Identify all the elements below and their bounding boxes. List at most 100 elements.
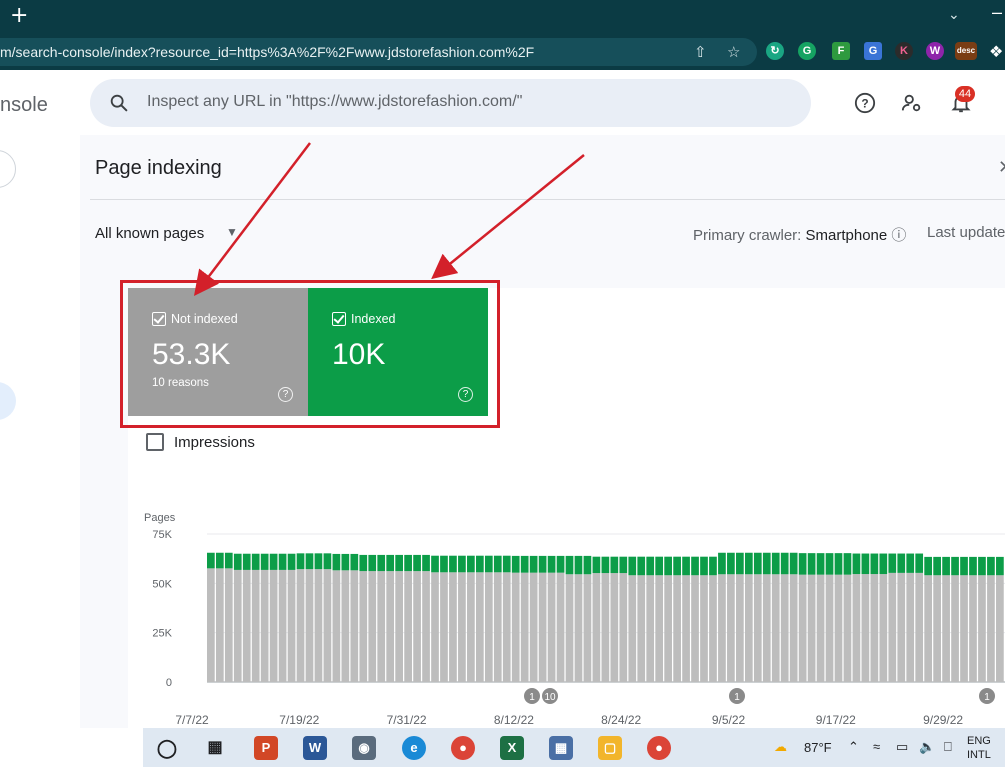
bar-indexed[interactable] — [520, 555, 529, 573]
bar-indexed[interactable] — [592, 556, 601, 574]
annotation-marker[interactable]: 1 — [729, 688, 745, 704]
bar-indexed[interactable] — [287, 553, 296, 570]
bar-indexed[interactable] — [682, 556, 690, 576]
bar-indexed[interactable] — [556, 555, 565, 573]
bar-not-indexed[interactable] — [296, 569, 305, 682]
bar-indexed[interactable] — [404, 554, 412, 572]
bar-indexed[interactable] — [771, 552, 780, 575]
bar-not-indexed[interactable] — [753, 574, 762, 682]
input-language-indicator[interactable]: ENG INTL — [967, 734, 991, 762]
bar-indexed[interactable] — [718, 552, 726, 575]
bar-indexed[interactable] — [207, 552, 215, 569]
bar-not-indexed[interactable] — [780, 574, 789, 682]
bar-indexed[interactable] — [233, 553, 242, 570]
bar-indexed[interactable] — [386, 554, 395, 572]
bar-not-indexed[interactable] — [924, 575, 933, 682]
bar-indexed[interactable] — [753, 552, 762, 575]
bar-not-indexed[interactable] — [547, 572, 556, 682]
bar-not-indexed[interactable] — [762, 574, 771, 682]
bar-indexed[interactable] — [879, 553, 888, 575]
bar-indexed[interactable] — [807, 553, 816, 575]
extension-sheets-icon[interactable]: F — [832, 42, 850, 60]
bar-indexed[interactable] — [709, 556, 717, 576]
bar-not-indexed[interactable] — [574, 574, 583, 682]
bar-not-indexed[interactable] — [996, 575, 1004, 682]
bar-indexed[interactable] — [628, 556, 637, 576]
bar-indexed[interactable] — [789, 552, 798, 575]
annotation-marker[interactable]: 1 — [979, 688, 995, 704]
camera-icon[interactable]: ◉ — [352, 736, 376, 760]
bar-not-indexed[interactable] — [744, 574, 753, 682]
bar-not-indexed[interactable] — [332, 570, 341, 682]
chrome-profile-icon[interactable]: ● — [647, 736, 671, 760]
bar-indexed[interactable] — [484, 555, 493, 573]
bar-indexed[interactable] — [368, 554, 377, 572]
bar-indexed[interactable] — [951, 556, 959, 576]
bar-not-indexed[interactable] — [915, 572, 924, 682]
bar-not-indexed[interactable] — [404, 571, 412, 682]
bar-not-indexed[interactable] — [691, 575, 699, 682]
bar-not-indexed[interactable] — [224, 568, 233, 682]
bar-indexed[interactable] — [251, 553, 260, 570]
bar-indexed[interactable] — [431, 555, 439, 573]
bar-not-indexed[interactable] — [242, 569, 251, 682]
bar-not-indexed[interactable] — [897, 572, 906, 682]
bar-indexed[interactable] — [969, 556, 977, 576]
bar-indexed[interactable] — [744, 552, 753, 575]
extension-desc-icon[interactable]: desc — [955, 42, 977, 60]
url-text[interactable]: m/search-console/index?resource_id=https… — [0, 44, 534, 60]
bar-not-indexed[interactable] — [287, 569, 296, 682]
bar-not-indexed[interactable] — [215, 568, 224, 682]
impressions-checkbox[interactable] — [146, 433, 164, 451]
bar-indexed[interactable] — [269, 553, 278, 570]
bar-not-indexed[interactable] — [467, 572, 475, 682]
excel-icon[interactable]: X — [500, 736, 524, 760]
impressions-toggle[interactable]: Impressions — [146, 433, 255, 451]
edge-icon[interactable]: e — [402, 736, 426, 760]
bar-not-indexed[interactable] — [798, 574, 807, 682]
bar-indexed[interactable] — [673, 556, 681, 576]
bar-not-indexed[interactable] — [709, 575, 717, 682]
bar-not-indexed[interactable] — [502, 572, 511, 682]
bar-indexed[interactable] — [332, 553, 341, 571]
bar-not-indexed[interactable] — [906, 572, 915, 682]
bar-indexed[interactable] — [978, 556, 986, 576]
bar-not-indexed[interactable] — [484, 572, 493, 682]
bar-indexed[interactable] — [727, 552, 735, 575]
bar-indexed[interactable] — [619, 556, 628, 574]
weather-temperature[interactable]: 87°F — [804, 740, 832, 755]
file-explorer-icon[interactable]: ▢ — [598, 736, 622, 760]
bar-indexed[interactable] — [467, 555, 475, 573]
bar-indexed[interactable] — [825, 553, 834, 575]
bar-not-indexed[interactable] — [413, 571, 421, 682]
bar-not-indexed[interactable] — [969, 575, 977, 682]
bar-not-indexed[interactable] — [664, 575, 672, 682]
bar-indexed[interactable] — [547, 555, 556, 573]
bar-not-indexed[interactable] — [619, 573, 628, 682]
bar-not-indexed[interactable] — [637, 575, 646, 682]
bar-not-indexed[interactable] — [449, 572, 457, 682]
bar-indexed[interactable] — [359, 554, 368, 572]
help-icon[interactable]: ? — [854, 92, 876, 114]
bar-indexed[interactable] — [897, 553, 906, 573]
bar-not-indexed[interactable] — [834, 574, 843, 682]
bar-indexed[interactable] — [942, 556, 950, 576]
bar-not-indexed[interactable] — [458, 572, 466, 682]
bar-indexed[interactable] — [449, 555, 457, 573]
property-selector[interactable] — [0, 150, 16, 188]
bar-indexed[interactable] — [861, 553, 870, 575]
bar-not-indexed[interactable] — [718, 574, 726, 682]
weather-icon[interactable]: ☁ — [774, 739, 787, 755]
calculator-icon[interactable]: ▦ — [549, 736, 573, 760]
bar-not-indexed[interactable] — [314, 569, 323, 682]
start-circle-icon[interactable]: ◯ — [155, 736, 179, 760]
bar-indexed[interactable] — [906, 553, 915, 573]
task-view-icon[interactable]: ▦ — [203, 736, 227, 760]
bar-not-indexed[interactable] — [583, 574, 592, 682]
bar-not-indexed[interactable] — [368, 571, 377, 682]
url-inspection-search[interactable] — [90, 79, 811, 127]
extension-grammarly-icon[interactable]: G — [798, 42, 816, 60]
bar-not-indexed[interactable] — [843, 574, 852, 682]
bar-indexed[interactable] — [305, 553, 314, 570]
user-settings-icon[interactable] — [901, 92, 923, 114]
